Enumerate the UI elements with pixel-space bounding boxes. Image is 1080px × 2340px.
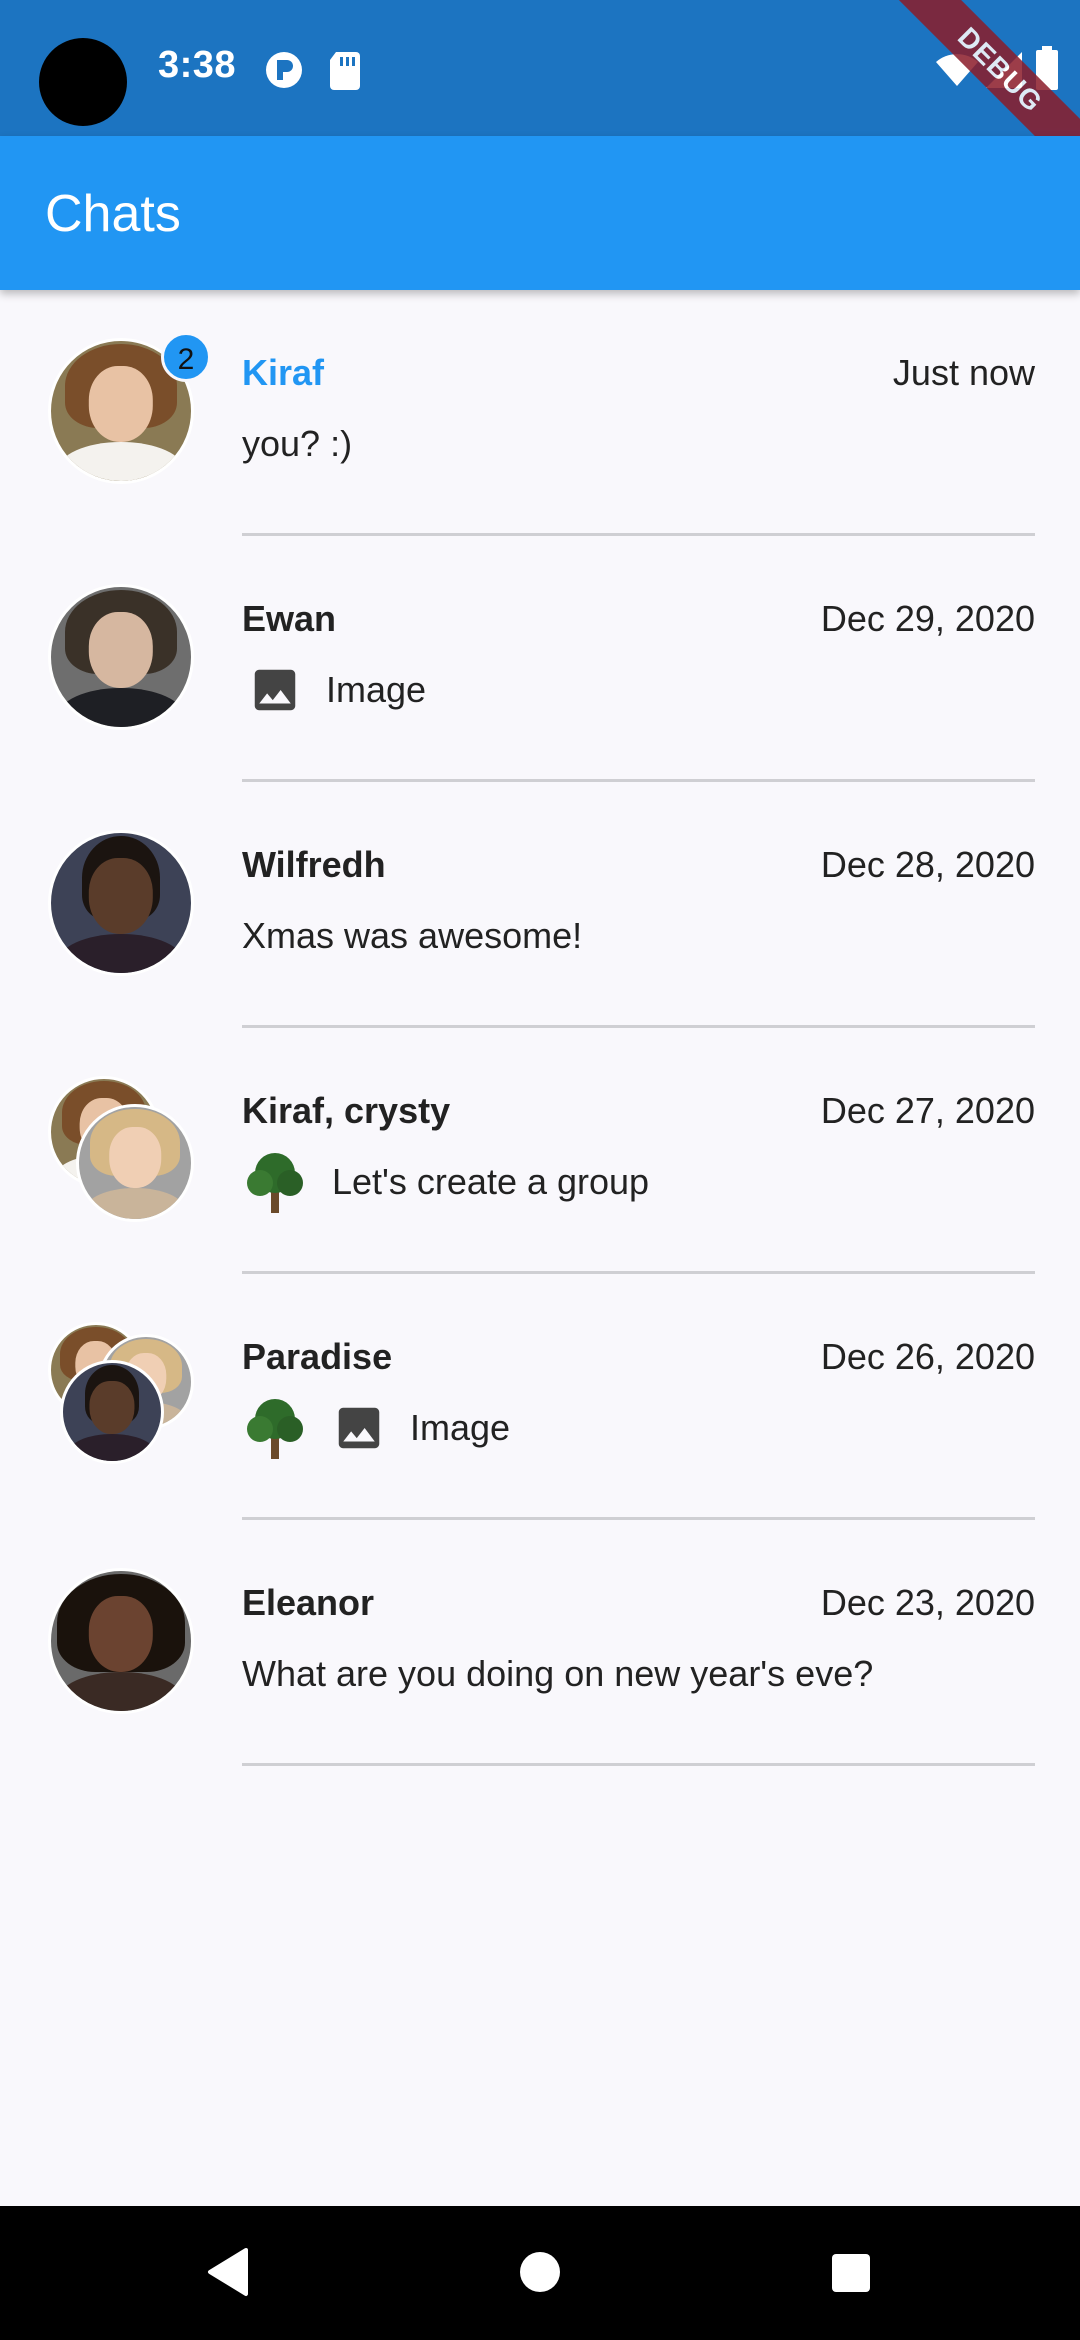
image-icon [254,669,296,711]
avatar [48,584,194,730]
status-bar: 3:38 DEBUG [0,0,1080,192]
home-button[interactable] [518,2250,562,2294]
recents-button[interactable] [830,2252,872,2294]
chat-row-wilfredh[interactable]: Wilfredh Dec 28, 2020 Xmas was awesome! [0,782,1080,1028]
app-bar: Chats [0,136,1080,290]
chat-name: Wilfredh [242,844,386,885]
chat-name: Eleanor [242,1582,375,1623]
chat-list: 2 Kiraf Just now you? :) Ewan Dec 29, 20… [0,290,1080,1766]
chat-row-paradise[interactable]: Paradise Dec 26, 2020 Image [0,1274,1080,1520]
avatar-group: 2 [48,332,211,484]
chat-time: Just now [892,352,1035,393]
avatar [48,830,194,976]
chat-name: Ewan [242,598,337,639]
chat-row-kiraf[interactable]: 2 Kiraf Just now you? :) [0,290,1080,536]
image-icon [338,1407,380,1449]
unread-badge: 2 [161,332,211,382]
chat-preview-text: Let's create a group [332,1161,650,1202]
chat-row-kiraf-crysty[interactable]: Kiraf, crysty Dec 27, 2020 Let's create … [0,1028,1080,1274]
chat-preview-text: Image [326,669,427,710]
chat-name: Kiraf, crysty [242,1090,451,1131]
notification-app-icon [266,52,302,88]
navigation-bar [0,2206,1080,2340]
chat-time: Dec 23, 2020 [820,1582,1035,1623]
tree-icon [247,1153,303,1213]
avatar-group [48,1568,194,1714]
avatar-group [48,830,194,976]
avatar-group [48,1076,194,1222]
chat-time: Dec 26, 2020 [820,1336,1035,1377]
chat-preview: Image [242,660,426,720]
chat-preview: What are you doing on new year's eve? [242,1644,873,1704]
avatar [76,1104,194,1222]
chat-preview: Image [242,1398,511,1459]
avatar-group [48,1322,194,1468]
chat-preview: Xmas was awesome! [242,906,582,966]
chat-preview-text: Xmas was awesome! [242,915,583,956]
status-time: 3:38 [158,44,237,86]
avatar [48,1568,194,1714]
chat-preview-text: you? :) [242,423,353,464]
chat-preview-text: Image [410,1407,511,1448]
sd-card-icon [330,52,360,90]
camera-cutout [39,38,127,126]
divider [242,1763,1035,1766]
chat-preview-text: What are you doing on new year's eve? [242,1653,874,1694]
chat-time: Dec 29, 2020 [820,598,1035,639]
chat-row-ewan[interactable]: Ewan Dec 29, 2020 Image [0,536,1080,782]
tree-icon [247,1399,303,1459]
page-title: Chats [45,185,181,243]
chat-name: Paradise [242,1336,393,1377]
chat-preview: you? :) [242,414,352,474]
avatar-group [48,584,194,730]
chat-preview: Let's create a group [242,1152,650,1213]
chat-name: Kiraf [242,352,325,393]
avatar [60,1360,164,1464]
chat-time: Dec 27, 2020 [820,1090,1035,1131]
chat-time: Dec 28, 2020 [820,844,1035,885]
back-button[interactable] [204,2246,252,2298]
chat-row-eleanor[interactable]: Eleanor Dec 23, 2020 What are you doing … [0,1520,1080,1766]
